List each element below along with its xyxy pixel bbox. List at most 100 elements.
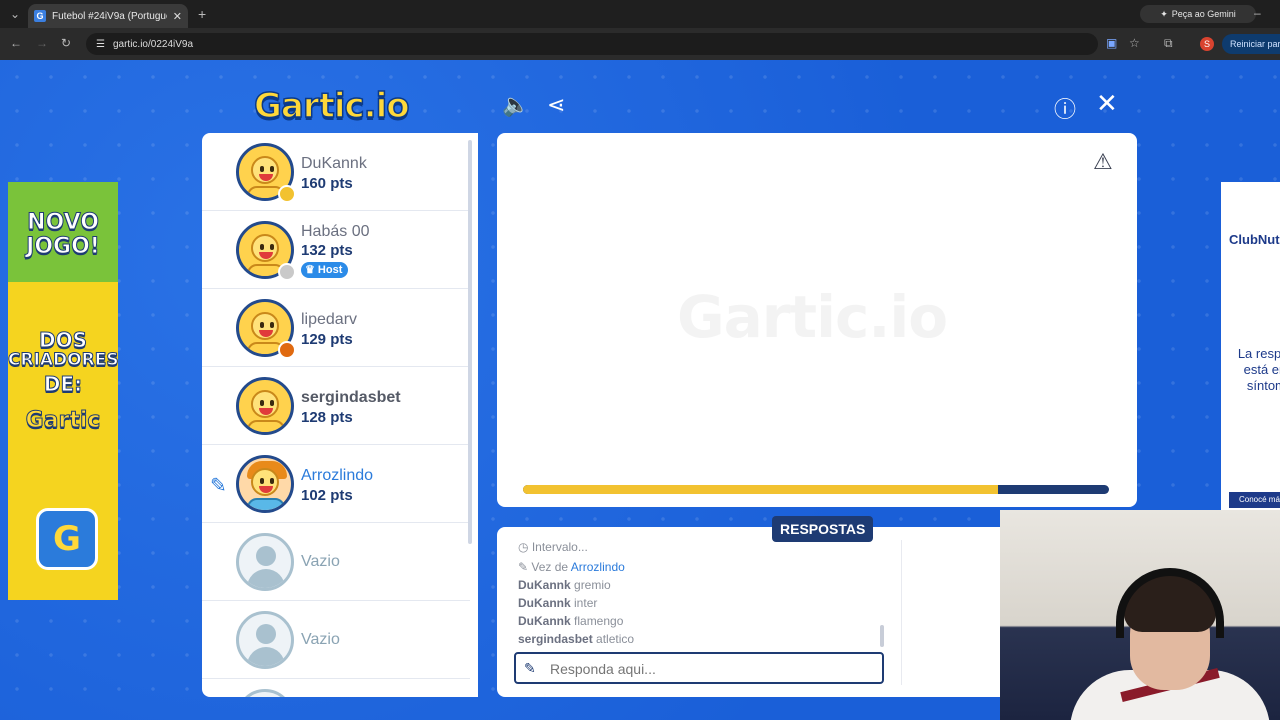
drawing-canvas[interactable]: Gartic.io ⚠ bbox=[497, 133, 1137, 507]
empty-avatar bbox=[236, 689, 294, 697]
player-points: 129 pts bbox=[301, 331, 353, 348]
message-text: gremio bbox=[574, 578, 611, 592]
answers-title: RESPOSTAS bbox=[772, 516, 874, 542]
message-user: sergindasbet bbox=[518, 632, 593, 646]
extensions-icon[interactable]: ⧉ bbox=[1164, 36, 1173, 51]
answers-scrollbar[interactable] bbox=[880, 625, 884, 647]
close-icon[interactable]: ✕ bbox=[1096, 88, 1118, 119]
tab-list-chevron-icon[interactable]: ⌄ bbox=[10, 7, 20, 21]
url-field[interactable]: ☰ gartic.io/0224iV9a bbox=[86, 33, 1098, 55]
canvas-watermark: Gartic.io bbox=[677, 283, 948, 351]
crown-icon: ♛ bbox=[305, 264, 318, 276]
host-badge-label: Host bbox=[317, 264, 343, 276]
gemini-button[interactable]: ✦ Peça ao Gemini bbox=[1140, 5, 1256, 23]
gartic-badge-icon: G bbox=[36, 508, 98, 570]
empty-slot-label: Vazio bbox=[301, 631, 340, 648]
player-name: lipedarv bbox=[301, 311, 358, 328]
tab-title: Futebol #24iV9a (Português) - ( bbox=[52, 10, 167, 22]
player-name: sergindasbet bbox=[301, 389, 401, 406]
player-item[interactable]: sergindasbet 128 pts bbox=[202, 367, 470, 445]
ad-brand: ClubNut bbox=[1229, 232, 1280, 247]
player-points: 132 pts bbox=[301, 242, 353, 259]
status-dot bbox=[278, 185, 296, 203]
turn-prefix: Vez de bbox=[531, 560, 569, 574]
player-item[interactable]: lipedarv 129 pts bbox=[202, 289, 470, 367]
status-dot bbox=[278, 341, 296, 359]
answer-message: DuKannk flamengo bbox=[518, 614, 623, 628]
round-timer-fill bbox=[523, 485, 998, 494]
clock-icon: ◷ bbox=[518, 540, 532, 554]
message-user: DuKannk bbox=[518, 578, 571, 592]
browser-address-bar: ← → ↻ ☰ gartic.io/0224iV9a ▣ ☆ ⧉ S Reini… bbox=[0, 28, 1280, 60]
close-tab-icon[interactable]: ✕ bbox=[173, 10, 182, 23]
message-text: inter bbox=[574, 596, 598, 610]
player-points: 160 pts bbox=[301, 175, 353, 192]
player-slot-empty: Vazio bbox=[202, 601, 470, 679]
left-ad-banner[interactable]: NOVO JOGO! DOS CRIADORES DE: Gartic G bbox=[8, 182, 118, 600]
player-avatar bbox=[236, 377, 294, 435]
ad-button[interactable]: Conocé má bbox=[1229, 492, 1280, 508]
forward-icon[interactable]: → bbox=[36, 36, 48, 50]
message-user: DuKannk bbox=[518, 614, 571, 628]
ad-line: DE: bbox=[43, 372, 83, 397]
turn-message: ✎ Vez de Arrozlindo bbox=[518, 560, 625, 574]
turn-player: Arrozlindo bbox=[570, 560, 625, 574]
sparkle-icon: ✦ bbox=[1160, 8, 1168, 19]
answer-message: DuKannk gremio bbox=[518, 578, 611, 592]
player-avatar bbox=[236, 455, 294, 513]
profile-avatar[interactable]: S bbox=[1200, 37, 1214, 51]
empty-avatar bbox=[236, 533, 294, 591]
player-slot-empty bbox=[202, 679, 470, 697]
player-item[interactable]: Habás 00 132 pts ♛ Host bbox=[202, 211, 470, 289]
round-timer-bar bbox=[523, 485, 1109, 494]
pencil-icon: ✎ bbox=[210, 475, 227, 497]
site-info-icon[interactable]: ☰ bbox=[96, 39, 105, 50]
browser-tab[interactable]: G Futebol #24iV9a (Português) - ( ✕ bbox=[28, 4, 188, 28]
cast-icon[interactable]: ▣ bbox=[1106, 36, 1117, 50]
player-list-scrollbar[interactable] bbox=[468, 140, 472, 544]
host-badge: ♛ Host bbox=[301, 262, 349, 278]
empty-avatar bbox=[236, 611, 294, 669]
interval-message: ◷ Intervalo... bbox=[518, 540, 588, 554]
reload-icon[interactable]: ↻ bbox=[61, 36, 71, 50]
empty-slot-label: Vazio bbox=[301, 553, 340, 570]
minimize-icon[interactable]: – bbox=[1254, 6, 1261, 20]
message-text: flamengo bbox=[574, 614, 624, 628]
answer-message: DuKannk inter bbox=[518, 596, 597, 610]
player-item-drawing[interactable]: ✎ Arrozlindo 102 pts bbox=[202, 445, 470, 523]
browser-tabbar: ⌄ G Futebol #24iV9a (Português) - ( ✕ + … bbox=[0, 0, 1280, 28]
ad-line: NOVO bbox=[27, 210, 100, 236]
pencil-icon: ✎ bbox=[524, 660, 536, 676]
player-name: Habás 00 bbox=[301, 223, 370, 240]
url-text: gartic.io/0224iV9a bbox=[112, 38, 194, 50]
gemini-label: Peça ao Gemini bbox=[1171, 9, 1236, 19]
bookmark-star-icon[interactable]: ☆ bbox=[1129, 36, 1140, 50]
player-slot-empty: Vazio bbox=[202, 523, 470, 601]
right-ad-banner[interactable]: ClubNut La respues está en s síntoma Con… bbox=[1221, 182, 1280, 510]
answer-input-box[interactable]: ✎ bbox=[514, 652, 884, 684]
gartic-logo: Gartic.io bbox=[253, 85, 410, 127]
ad-text: La respues está en s síntoma bbox=[1237, 346, 1280, 393]
panel-divider bbox=[901, 540, 902, 685]
restart-button[interactable]: Reiniciar para bbox=[1222, 34, 1280, 54]
player-item[interactable]: DuKannk 160 pts bbox=[202, 133, 470, 211]
new-tab-icon[interactable]: + bbox=[198, 6, 206, 22]
ad-line: CRIADORES bbox=[8, 350, 118, 371]
back-icon[interactable]: ← bbox=[10, 36, 22, 50]
interval-text: Intervalo... bbox=[531, 540, 588, 554]
share-icon[interactable]: ⋖ bbox=[547, 92, 565, 118]
sound-icon[interactable]: 🔈 bbox=[502, 92, 529, 118]
player-points: 128 pts bbox=[301, 409, 353, 426]
answer-message: sergindasbet atletico bbox=[518, 632, 634, 646]
warning-icon[interactable]: ⚠ bbox=[1093, 149, 1113, 175]
ad-line: DOS bbox=[38, 328, 87, 353]
message-user: DuKannk bbox=[518, 596, 571, 610]
gartic-favicon-icon: G bbox=[34, 10, 46, 22]
info-icon[interactable]: ⓘ bbox=[1054, 92, 1076, 124]
answer-input[interactable] bbox=[548, 658, 872, 680]
message-text: atletico bbox=[596, 632, 635, 646]
ad-line: JOGO! bbox=[26, 234, 101, 260]
ad-logo: Gartic bbox=[25, 408, 101, 434]
pencil-icon: ✎ bbox=[518, 560, 532, 574]
player-list: DuKannk 160 pts Habás 00 132 pts ♛ Host … bbox=[202, 133, 478, 697]
